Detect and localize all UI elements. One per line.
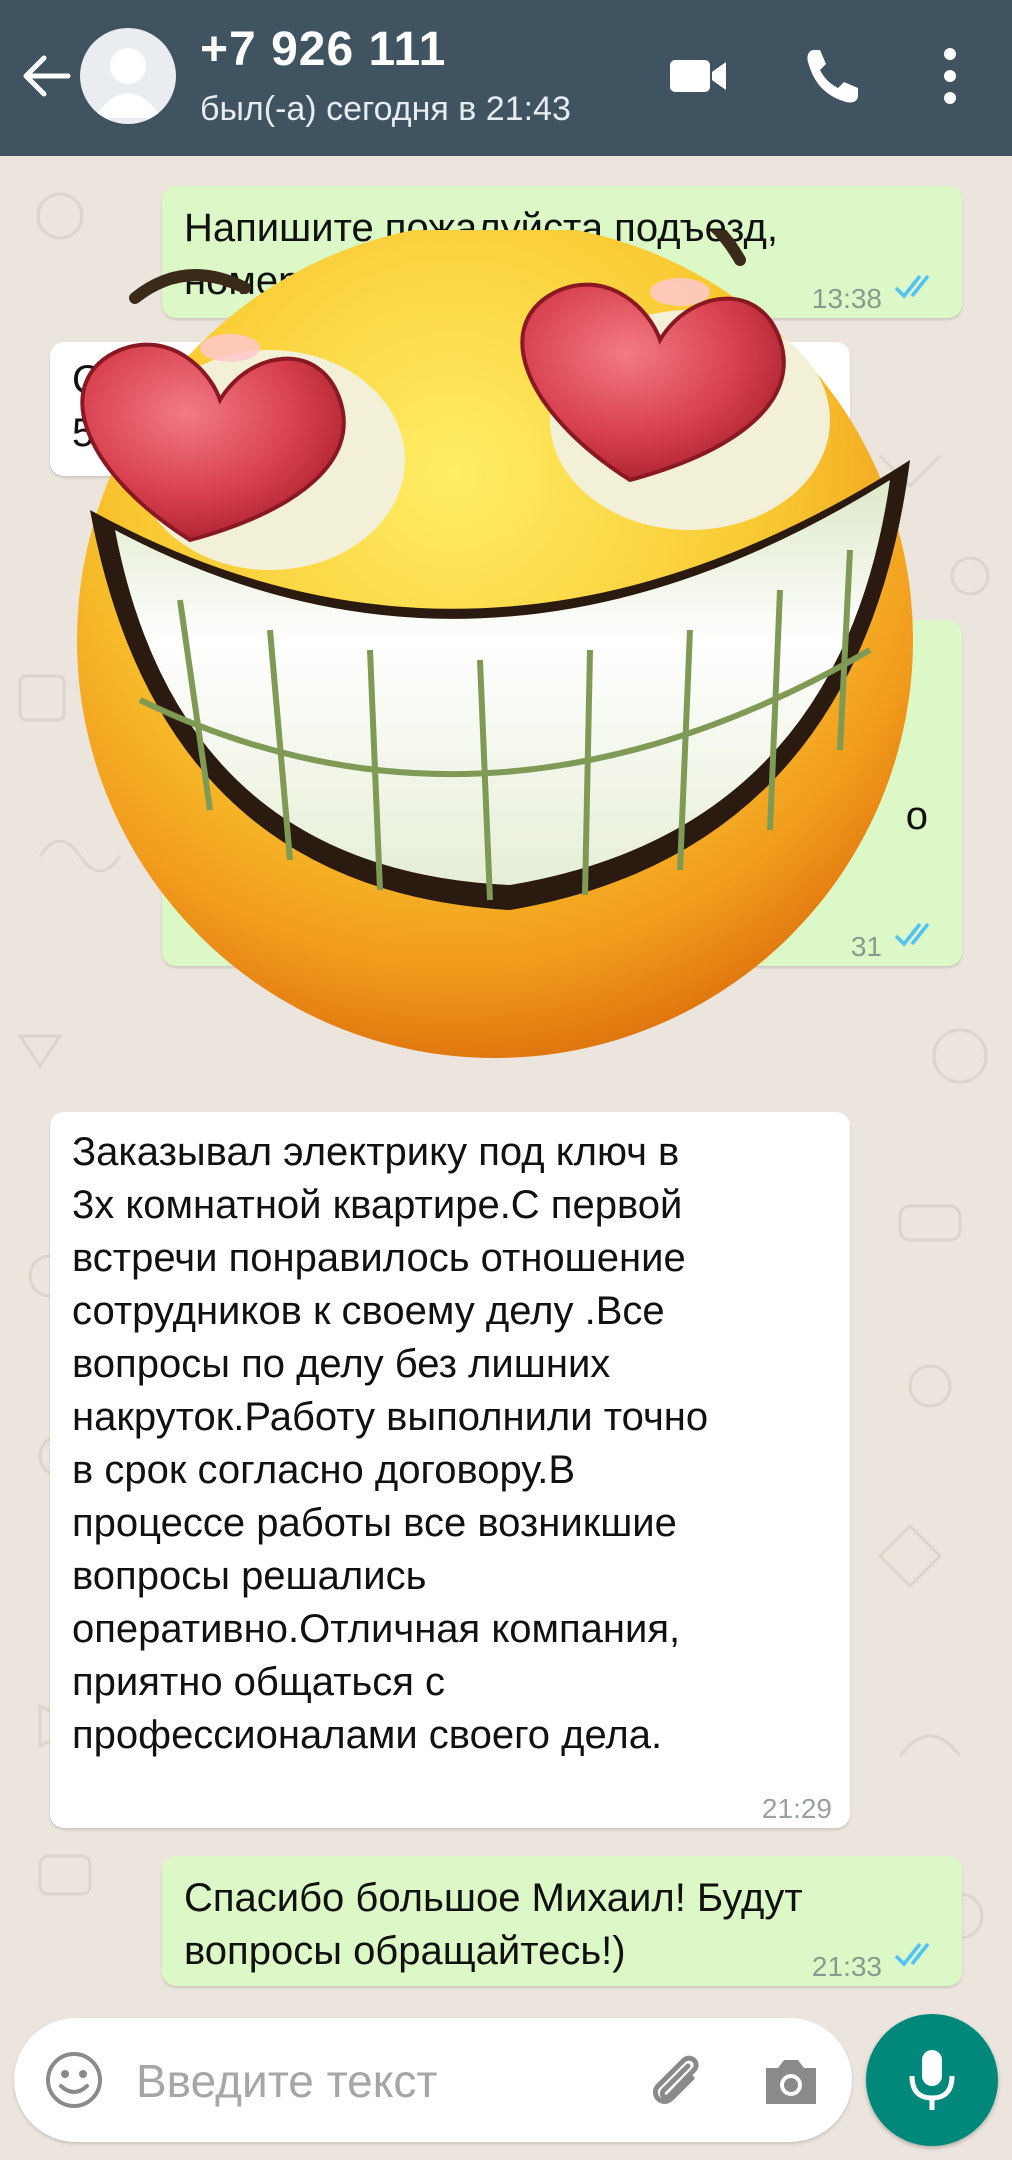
- message-text: Заказывал электрику под ключ в 3х комнат…: [72, 1130, 709, 1757]
- contact-name[interactable]: +7 926 111: [200, 22, 446, 77]
- more-vert-icon[interactable]: [918, 44, 982, 108]
- voice-message-button[interactable]: [866, 2014, 998, 2146]
- phone-icon[interactable]: [800, 44, 864, 108]
- message-bubble-incoming[interactable]: Заказывал электрику под ключ в 3х комнат…: [50, 1112, 850, 1828]
- video-call-icon[interactable]: [666, 44, 730, 108]
- heart-eyes-smiley-icon: [77, 230, 913, 1058]
- message-time: 21:33: [811, 1951, 882, 1982]
- last-seen-status: был(-а) сегодня в 21:43: [200, 90, 571, 128]
- message-bubble-outgoing[interactable]: Спасибо большое Михаил! Будут вопросы об…: [162, 1856, 962, 1986]
- back-arrow-icon[interactable]: [18, 48, 74, 104]
- read-ticks-icon: [894, 1942, 930, 1967]
- emoji-icon[interactable]: [44, 2050, 104, 2110]
- message-input[interactable]: [134, 2042, 618, 2120]
- message-time: 21:29: [761, 1793, 832, 1824]
- attach-icon[interactable]: [642, 2048, 708, 2114]
- avatar[interactable]: [80, 28, 176, 124]
- message-text: Спасибо большое Михаил! Будут вопросы об…: [184, 1876, 803, 1973]
- microphone-icon: [909, 2050, 955, 2110]
- message-input-bar: [14, 2018, 852, 2142]
- chat-header: +7 926 111 был(-а) сегодня в 21:43: [0, 0, 1012, 156]
- camera-icon[interactable]: [760, 2052, 822, 2110]
- default-avatar-icon: [94, 48, 162, 118]
